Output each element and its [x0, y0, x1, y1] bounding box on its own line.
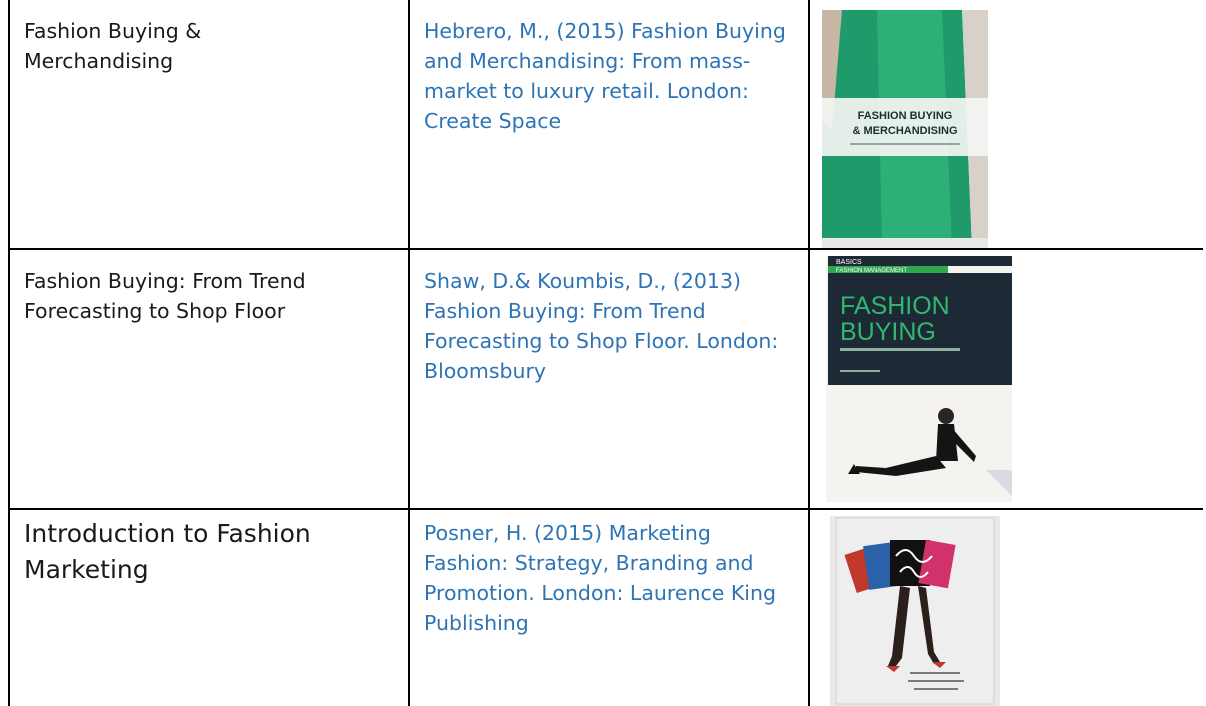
column-divider-2 [808, 0, 810, 706]
book-cover-image-icon: BASICS FASHION MANAGEMENT FASHION BUYING [826, 256, 1012, 502]
svg-text:& MERCHANDISING: & MERCHANDISING [852, 125, 957, 137]
row-title-1: Fashion Buying & Merchandising [24, 19, 202, 73]
book-cover-2: BASICS FASHION MANAGEMENT FASHION BUYING [826, 256, 1012, 502]
svg-text:FASHION: FASHION [840, 292, 950, 320]
reference-link-3[interactable]: Posner, H. (2015) Marketing Fashion: Str… [424, 518, 794, 638]
svg-text:FASHION BUYING: FASHION BUYING [858, 110, 953, 122]
row-divider-2 [8, 508, 1203, 510]
reference-link-1[interactable]: Hebrero, M., (2015) Fashion Buying and M… [424, 16, 794, 136]
book-cover-image-icon: FASHION BUYING & MERCHANDISING [822, 10, 988, 248]
row-divider-1 [8, 248, 1203, 250]
reference-link-2[interactable]: Shaw, D.& Koumbis, D., (2013) Fashion Bu… [424, 266, 794, 386]
book-cover-image-icon [830, 516, 1000, 706]
column-divider-1 [408, 0, 410, 706]
book-cover-1: FASHION BUYING & MERCHANDISING [822, 10, 988, 248]
row-title-2: Fashion Buying: From Trend Forecasting t… [24, 269, 306, 323]
row-title-3: Introduction to Fashion Marketing [24, 519, 311, 584]
svg-text:BUYING: BUYING [840, 318, 936, 346]
table-left-border [8, 0, 10, 706]
book-cover-3 [830, 516, 1000, 706]
svg-text:BASICS: BASICS [836, 259, 862, 266]
